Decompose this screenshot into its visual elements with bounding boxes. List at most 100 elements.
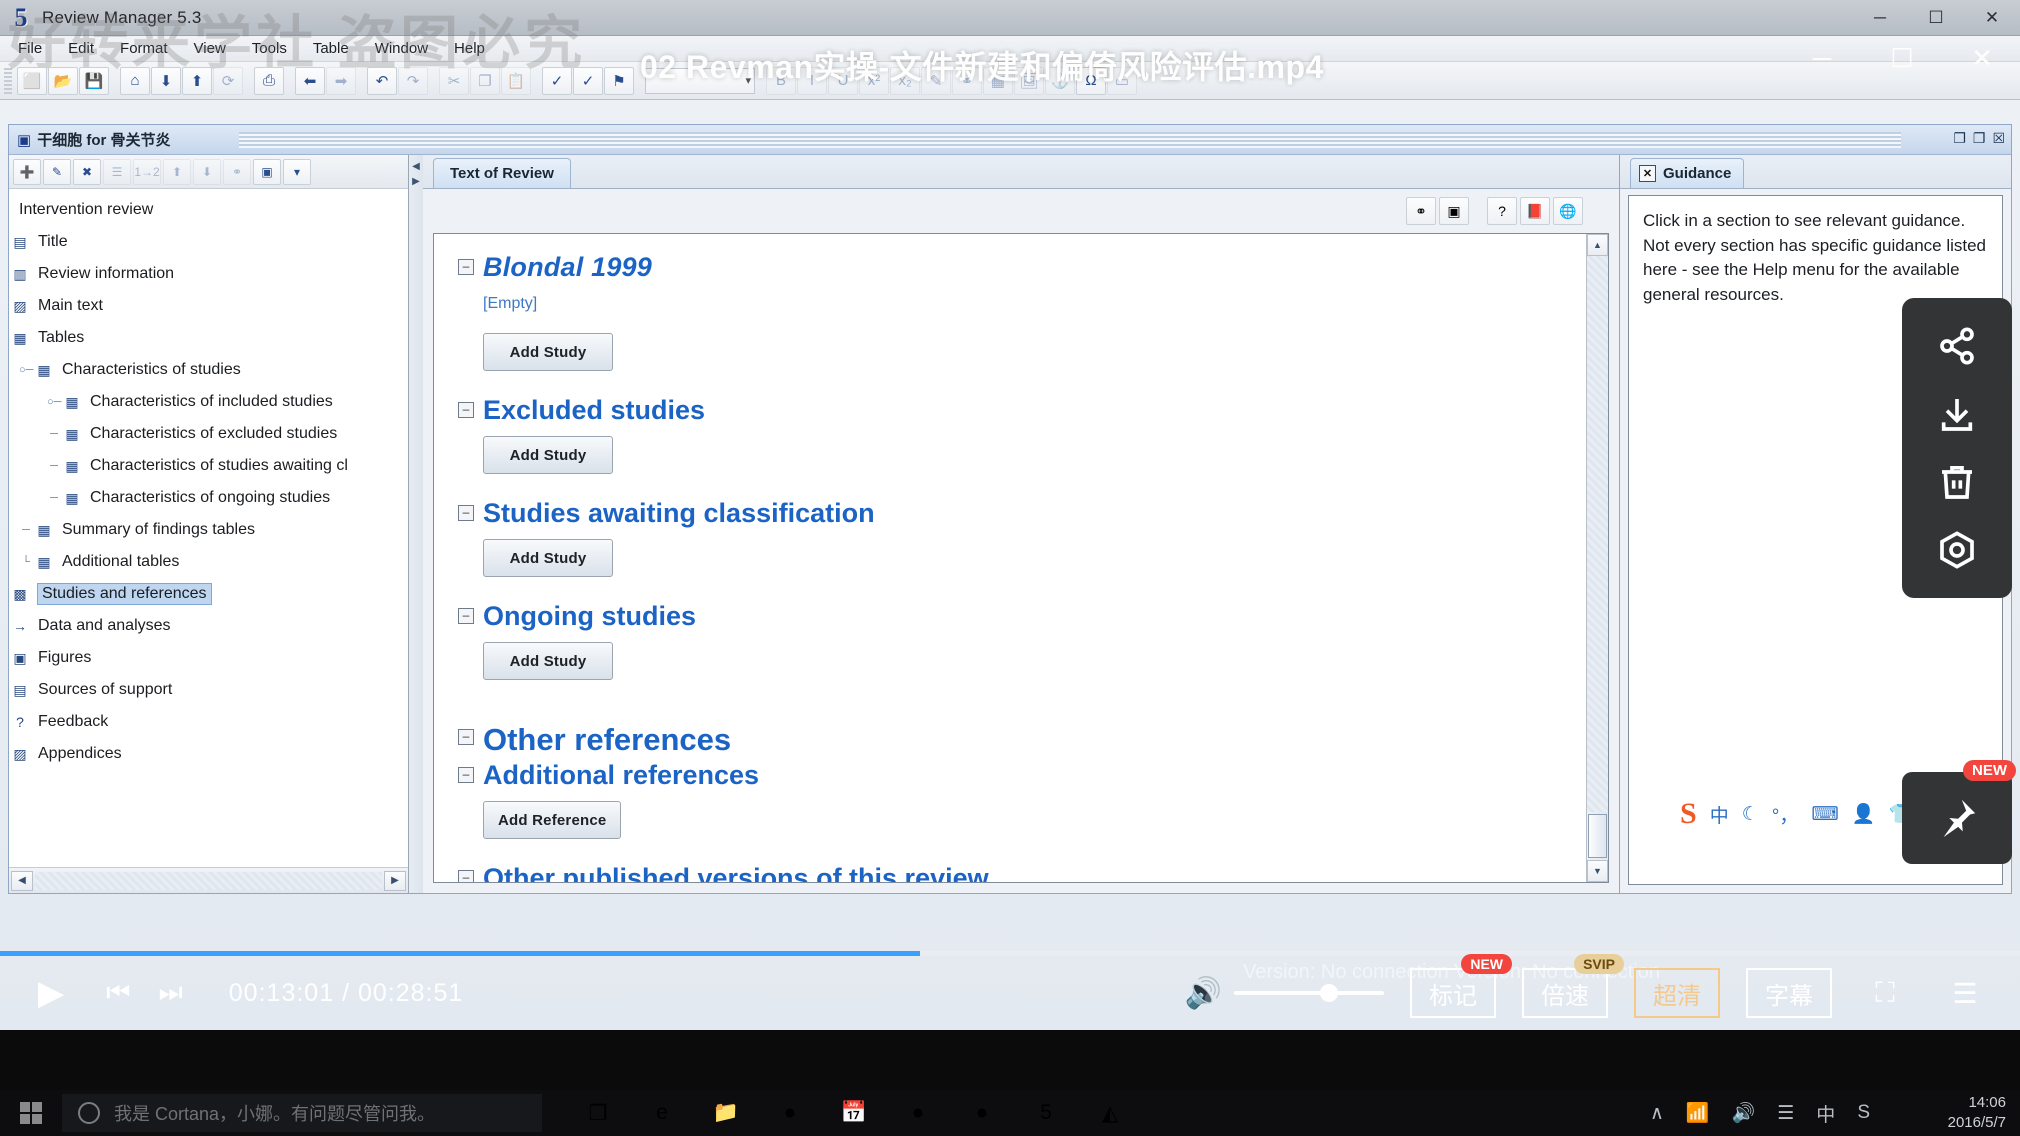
edge-icon[interactable]: e: [634, 1090, 690, 1136]
dropdown-icon[interactable]: ▾: [283, 158, 311, 185]
scroll-right-icon[interactable]: ▶: [384, 870, 406, 891]
menu-window[interactable]: Window: [363, 37, 440, 60]
handbook-icon[interactable]: 📕: [1520, 197, 1550, 225]
tree-item-characteristics-of-included-studies[interactable]: ○─ ▦ Characteristics of included studies: [9, 386, 408, 418]
ime-user-icon[interactable]: 👤: [1852, 802, 1876, 826]
tree-expand-handle-icon[interactable]: ─: [47, 460, 61, 472]
previous-button[interactable]: ⏮: [106, 977, 130, 1009]
archie-home-icon[interactable]: ⌂: [120, 66, 150, 95]
tree-expand-handle-icon[interactable]: ─: [47, 492, 61, 504]
close-button[interactable]: ✕: [1964, 0, 2020, 36]
section-title[interactable]: Other published versions of this review: [483, 863, 989, 882]
ime-moon-icon[interactable]: ☾: [1742, 803, 1759, 826]
section-title[interactable]: Ongoing studies: [483, 601, 696, 632]
print-icon[interactable]: ⎙: [254, 66, 284, 95]
collapse-toggle-icon[interactable]: –: [458, 729, 474, 745]
help-icon[interactable]: ?: [1487, 197, 1517, 225]
player-minimize-button[interactable]: ─: [1794, 34, 1850, 82]
tree-item-feedback[interactable]: ? Feedback: [9, 706, 408, 738]
store-icon[interactable]: 📅: [826, 1090, 882, 1136]
taskview-icon[interactable]: ❐: [570, 1090, 626, 1136]
add-study-button[interactable]: Add Study: [483, 436, 613, 474]
player-icon[interactable]: ◭: [1082, 1090, 1138, 1136]
tree-item-tables[interactable]: ▦ Tables: [9, 322, 408, 354]
tree-item-studies-and-references[interactable]: ▩ Studies and references: [9, 578, 408, 610]
collapse-toggle-icon[interactable]: –: [458, 402, 474, 418]
download-icon[interactable]: [1931, 388, 1983, 440]
volume-track[interactable]: [1234, 984, 1384, 1002]
tree-horizontal-scrollbar[interactable]: ◀ ▶: [9, 867, 408, 893]
network-icon[interactable]: 📶: [1686, 1101, 1710, 1125]
tree-expand-handle-icon[interactable]: ○─: [47, 396, 61, 408]
tree-scroll-track[interactable]: [35, 871, 382, 890]
revman-icon[interactable]: 5: [1018, 1090, 1074, 1136]
toolbar-grip[interactable]: [4, 67, 12, 94]
collapse-toggle-icon[interactable]: –: [458, 608, 474, 624]
undo-icon[interactable]: ↶: [367, 66, 397, 95]
app-red-icon[interactable]: ●: [890, 1090, 946, 1136]
review-content[interactable]: – Blondal 1999 [Empty] Add Study – Excluded s…: [434, 234, 1586, 882]
section-title[interactable]: Excluded studies: [483, 395, 705, 426]
volume-icon[interactable]: 🔊: [1732, 1101, 1756, 1125]
delete-icon[interactable]: ✖: [73, 158, 101, 185]
collapse-left-icon[interactable]: ◀: [412, 161, 420, 172]
new-document-icon[interactable]: ⬜: [17, 66, 47, 95]
tree-item-figures[interactable]: ▣ Figures: [9, 642, 408, 674]
collapse-toggle-icon[interactable]: –: [458, 505, 474, 521]
ime-chinese-mode-icon[interactable]: 中: [1710, 801, 1729, 828]
speed-button[interactable]: 倍速 SVIP: [1522, 954, 1624, 1018]
tree-expand-handle-icon[interactable]: ─: [19, 524, 33, 536]
add-study-button[interactable]: Add Study: [483, 642, 613, 680]
fullscreen-button[interactable]: ⛶: [1858, 968, 1912, 1018]
tree-expand-handle-icon[interactable]: └: [19, 556, 33, 568]
tree-item-characteristics-of-ongoing-studies[interactable]: ─ ▦ Characteristics of ongoing studies: [9, 482, 408, 514]
bookmark-button[interactable]: 标记 NEW: [1410, 954, 1512, 1018]
player-maximize-button[interactable]: ☐: [1874, 34, 1930, 82]
menu-edit[interactable]: Edit: [56, 37, 106, 60]
vscroll-track[interactable]: [1587, 256, 1608, 812]
notes-icon[interactable]: ▣: [253, 158, 281, 185]
add-study-button[interactable]: Add Study: [483, 333, 613, 371]
ime-keyboard-icon[interactable]: ⌨: [1811, 803, 1838, 826]
volume-icon[interactable]: 🔊: [1185, 976, 1222, 1011]
volume-knob[interactable]: [1320, 984, 1338, 1002]
file-explorer-icon[interactable]: 📁: [698, 1090, 754, 1136]
document-close-button[interactable]: ☒: [1992, 130, 2005, 147]
minimize-button[interactable]: ─: [1852, 0, 1908, 36]
back-arrow-icon[interactable]: ⬅: [295, 66, 325, 95]
playlist-button[interactable]: ☰: [1938, 968, 1992, 1018]
collapse-toggle-icon[interactable]: –: [458, 767, 474, 783]
add-study-icon[interactable]: ➕: [13, 158, 41, 185]
expand-right-icon[interactable]: ▶: [412, 176, 420, 187]
section-title[interactable]: Studies awaiting classification: [483, 498, 875, 529]
open-folder-icon[interactable]: 📂: [48, 66, 78, 95]
sogou-logo-icon[interactable]: S: [1680, 797, 1697, 831]
collapse-toggle-icon[interactable]: –: [458, 870, 474, 882]
volume-control[interactable]: 🔊: [1185, 976, 1384, 1011]
ime-punctuation-icon[interactable]: °，: [1772, 801, 1799, 828]
tree-item-title[interactable]: ▤ Title: [9, 226, 408, 258]
recorder-icon[interactable]: ●: [954, 1090, 1010, 1136]
tree-item-sources-of-support[interactable]: ▤ Sources of support: [9, 674, 408, 706]
menu-file[interactable]: File: [6, 37, 54, 60]
tree-item-additional-tables[interactable]: └ ▦ Additional tables: [9, 546, 408, 578]
scroll-up-icon[interactable]: ▲: [1587, 234, 1608, 256]
edit-icon[interactable]: ✎: [43, 158, 71, 185]
info-globe-icon[interactable]: 🌐: [1553, 197, 1583, 225]
tree-item-main-text[interactable]: ▨ Main text: [9, 290, 408, 322]
validate-icon[interactable]: ⚑: [604, 66, 634, 95]
tree-item-characteristics-of-studies-awaiting-cl[interactable]: ─ ▦ Characteristics of studies awaiting cl: [9, 450, 408, 482]
tree-item-review-information[interactable]: ▥ Review information: [9, 258, 408, 290]
tree-item-summary-of-findings-tables[interactable]: ─ ▦ Summary of findings tables: [9, 514, 408, 546]
menu-format[interactable]: Format: [108, 37, 180, 60]
tab-text-of-review[interactable]: Text of Review: [433, 158, 571, 188]
menu-view[interactable]: View: [182, 37, 238, 60]
check-out-icon[interactable]: ⬇: [151, 66, 181, 95]
sogou-tray-icon[interactable]: S: [1857, 1102, 1870, 1124]
ime-lang-icon[interactable]: 中: [1816, 1100, 1835, 1127]
tree-item-characteristics-of-excluded-studies[interactable]: ─ ▦ Characteristics of excluded studies: [9, 418, 408, 450]
document-maximize-button[interactable]: ❐: [1973, 130, 1986, 147]
tree-item-data-and-analyses[interactable]: → Data and analyses: [9, 610, 408, 642]
play-button[interactable]: ▶: [38, 973, 64, 1013]
start-button[interactable]: [0, 1090, 62, 1136]
